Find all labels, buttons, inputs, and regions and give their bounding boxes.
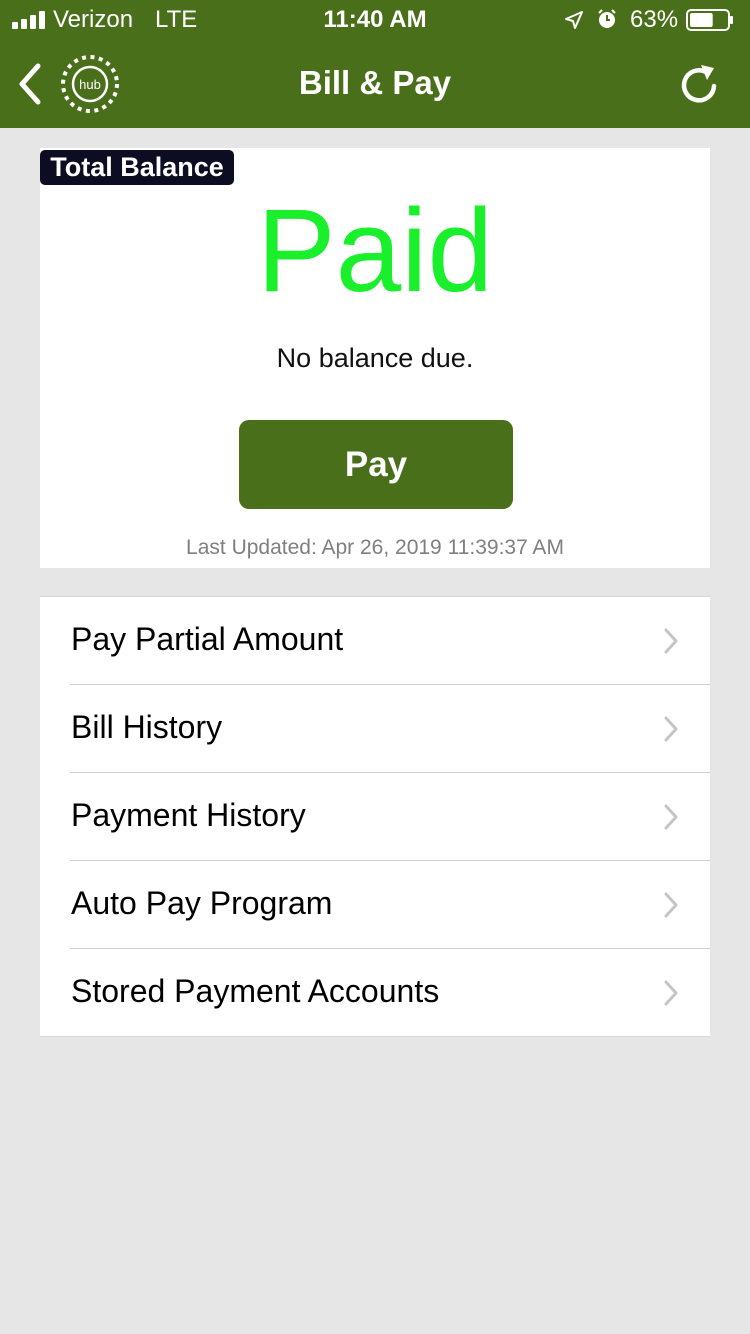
menu-item-label: Bill History [71,709,223,745]
billing-menu: Pay Partial Amount Bill History Payment … [40,596,710,1037]
menu-item-label: Stored Payment Accounts [71,973,440,1009]
navigation-bar: hub Bill & Pay [0,40,750,128]
header-bar: Verizon LTE 11:40 AM 63% hub Bill & Pay [0,0,750,128]
balance-card: Total Balance Paid No balance due. Pay L… [40,148,710,568]
total-balance-badge: Total Balance [40,150,234,185]
balance-status: Paid [256,185,494,317]
chevron-right-icon [664,980,678,1006]
pay-button[interactable]: Pay [239,420,513,509]
menu-item-auto-pay-program[interactable]: Auto Pay Program [40,861,710,949]
chevron-right-icon [664,628,678,654]
status-bar: Verizon LTE 11:40 AM 63% [0,0,750,40]
battery-icon [686,9,733,31]
menu-item-label: Payment History [71,797,306,833]
chevron-right-icon [664,804,678,830]
menu-item-label: Auto Pay Program [71,885,333,921]
page-title: Bill & Pay [298,64,452,101]
menu-item-bill-history[interactable]: Bill History [40,685,710,773]
refresh-icon[interactable] [676,58,724,108]
chevron-right-icon [664,892,678,918]
menu-item-stored-payment-accounts[interactable]: Stored Payment Accounts [40,949,710,1037]
last-updated: Last Updated: Apr 26, 2019 11:39:37 AM [186,536,564,559]
alarm-clock-icon [598,9,616,28]
balance-message: No balance due. [276,343,474,373]
menu-item-pay-partial-amount[interactable]: Pay Partial Amount [40,597,710,685]
chevron-right-icon [664,716,678,742]
menu-item-label: Pay Partial Amount [71,621,344,657]
location-arrow-icon [565,11,583,29]
menu-item-payment-history[interactable]: Payment History [40,773,710,861]
battery-percent: 63% [630,6,679,33]
